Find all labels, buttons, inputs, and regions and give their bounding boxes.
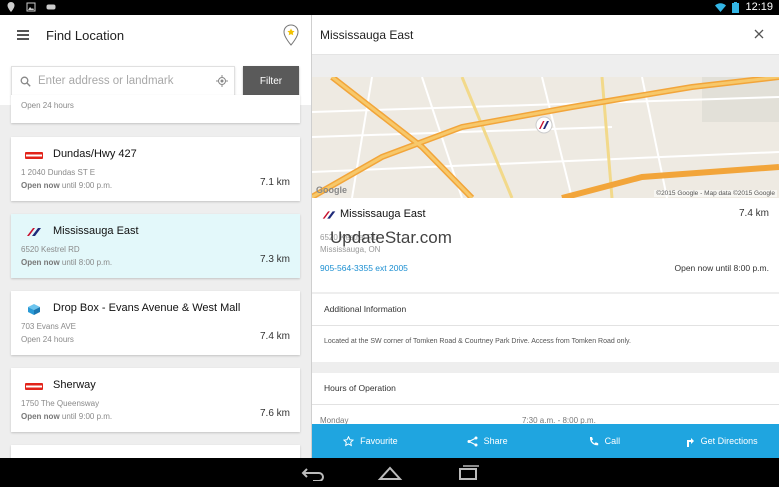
detail-distance: 7.4 km (738, 208, 769, 219)
location-icon (7, 2, 15, 12)
section-heading: Additional Information (324, 304, 407, 314)
carrier-logo-icon (27, 228, 41, 236)
my-location-icon[interactable] (216, 75, 228, 87)
image-icon (26, 2, 36, 12)
map-roads (312, 77, 779, 198)
location-map[interactable]: Google ©2015 Google - Map data ©2015 Goo… (312, 77, 779, 198)
detail-header: Mississauga East (312, 15, 779, 55)
home-icon[interactable] (377, 465, 403, 481)
divider (312, 404, 779, 405)
wifi-icon (715, 3, 727, 12)
location-distance: 7.6 km (259, 408, 290, 419)
list-item[interactable]: Drop Box - Evans Avenue & West Mall 703 … (11, 291, 300, 355)
search-input[interactable] (38, 75, 208, 87)
location-hours: Open now until 9:00 p.m. (21, 181, 113, 190)
location-hours: Open now until 9:00 p.m. (21, 412, 113, 421)
share-button[interactable]: Share (429, 424, 546, 458)
hours-section: Hours of Operation Monday 7:30 a.m. - 8:… (312, 373, 779, 425)
call-button[interactable]: Call (546, 424, 663, 458)
app-bar: Find Location (0, 15, 311, 55)
location-distance: 7.3 km (259, 254, 290, 265)
get-directions-button[interactable]: Get Directions (662, 424, 779, 458)
detail-open-status: Open now until 8:00 p.m. (674, 263, 769, 273)
watermark: UpdateStar.com (330, 228, 452, 247)
divider (312, 325, 779, 326)
location-name: Mississauga East (53, 225, 139, 237)
location-hours: Open now until 8:00 p.m. (21, 258, 113, 267)
list-item[interactable]: Sherway 1750 The Queensway Open now unti… (11, 368, 300, 432)
map-copyright: ©2015 Google - Map data ©2015 Google (654, 190, 777, 197)
google-logo: Google (316, 185, 347, 195)
action-bar: Favourite Share Call Get Directions (312, 424, 779, 458)
battery-icon (732, 1, 740, 13)
detail-location-name: Mississauga East (340, 208, 426, 220)
location-name: Sherway (53, 379, 96, 391)
carrier-logo-icon (322, 211, 336, 219)
recent-apps-icon[interactable] (455, 465, 481, 481)
gamepad-icon (46, 4, 56, 10)
status-bar: 12:19 (0, 0, 779, 15)
favourite-label: Favourite (360, 436, 398, 446)
additional-info-text: Located at the SW corner of Tomken Road … (324, 338, 631, 345)
location-detail-pane: Mississauga East Google ©2015 Google - M… (312, 15, 779, 458)
location-name: Drop Box - Evans Avenue & West Mall (53, 302, 241, 314)
location-address: 1750 The Queensway (21, 399, 100, 408)
navigation-bar (0, 458, 779, 487)
location-hours: Open 24 hours (21, 335, 74, 344)
list-item[interactable]: Dundas/Hwy 427 1 2040 Dundas ST E Open n… (11, 137, 300, 201)
location-list-pane: Find Location Filter Open 24 hours Dunda… (0, 15, 311, 458)
close-icon[interactable] (753, 28, 765, 40)
additional-info-section: Additional Information Located at the SW… (312, 294, 779, 362)
location-address: 703 Evans AVE (21, 322, 76, 331)
back-icon[interactable] (300, 465, 326, 481)
section-heading: Hours of Operation (324, 383, 396, 393)
location-hours: Open 24 hours (21, 101, 74, 110)
page-title: Find Location (46, 27, 125, 43)
hamburger-menu-icon[interactable] (0, 15, 46, 55)
favourite-button[interactable]: Favourite (312, 424, 429, 458)
list-item[interactable]: Open 24 hours (11, 95, 300, 123)
filter-button[interactable]: Filter (243, 66, 299, 96)
location-list: Open 24 hours Dundas/Hwy 427 1 2040 Dund… (0, 95, 311, 458)
call-label: Call (604, 436, 621, 446)
phone-icon (589, 436, 598, 445)
share-label: Share (483, 436, 508, 446)
search-box[interactable] (11, 66, 235, 96)
directions-label: Get Directions (700, 436, 758, 446)
location-distance: 7.1 km (259, 177, 290, 188)
location-address: 6520 Kestrel RD (21, 245, 80, 254)
location-address: 1 2040 Dundas ST E (21, 168, 96, 177)
esso-logo-icon (25, 152, 43, 159)
directions-icon (686, 437, 694, 447)
esso-logo-icon (25, 383, 43, 390)
star-icon (343, 435, 355, 446)
detail-title: Mississauga East (320, 28, 414, 42)
list-item[interactable] (11, 445, 300, 458)
search-icon (12, 67, 38, 95)
location-info-card: Mississauga East 7.4 km 6520 Kestrel RD … (312, 198, 779, 292)
list-item-selected[interactable]: Mississauga East 6520 Kestrel RD Open no… (11, 214, 300, 278)
drop-box-icon (28, 304, 40, 315)
share-icon (467, 436, 478, 446)
location-name: Dundas/Hwy 427 (53, 148, 137, 160)
phone-link[interactable]: 905-564-3355 ext 2005 (320, 263, 408, 273)
location-distance: 7.4 km (259, 331, 290, 342)
clock: 12:19 (745, 1, 773, 13)
favourite-location-pin-icon[interactable] (283, 24, 299, 46)
